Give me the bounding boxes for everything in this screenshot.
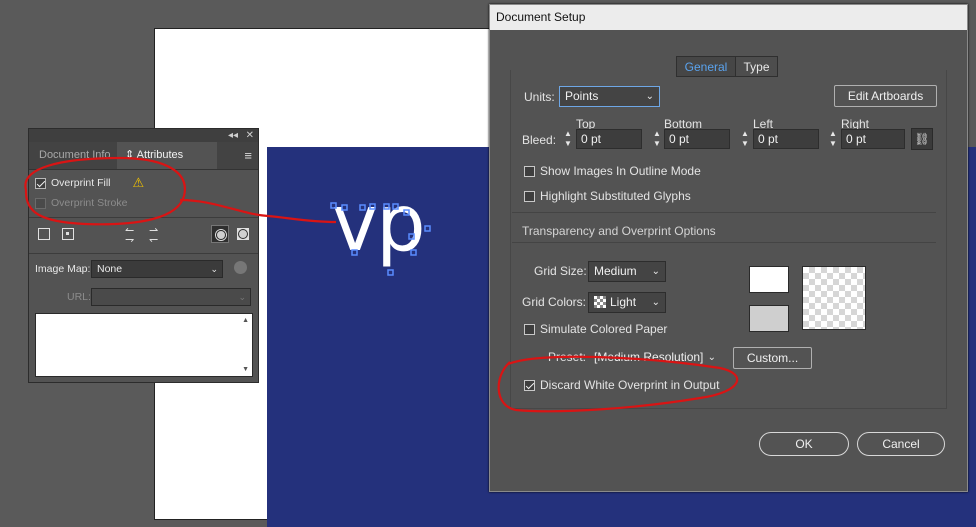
preset-label: Preset: [548,350,587,364]
tab-attributes-label: Attributes [136,149,184,161]
edit-artboards-button[interactable]: Edit Artboards [834,85,937,107]
grid-size-label: Grid Size: [534,264,587,278]
chevron-down-icon: ⌄ [651,266,660,277]
close-icon[interactable]: ✕ [246,129,254,142]
tab-type[interactable]: Type [736,56,778,77]
updown-icon: ⇕ [125,149,135,161]
bleed-left-input[interactable]: 0 pt [753,129,819,149]
divider [29,253,258,254]
reverse-path-right-icon[interactable]: ⇀ ↽ [149,226,158,246]
chevron-down-icon: ⌄ [238,292,246,302]
notes-textarea[interactable]: ▲ ▼ [35,313,253,377]
grid-color-swatch-light[interactable] [749,266,789,293]
reverse-path-left-icon[interactable]: ↼ ⇁ [125,226,134,246]
preset-dropdown[interactable]: [Medium Resolution] ⌄ [588,347,722,368]
section-title: Transparency and Overprint Options [522,224,716,238]
highlight-glyphs-label[interactable]: Highlight Substituted Glyphs [540,188,691,204]
units-value: Points [565,89,599,103]
overprint-fill-checkbox[interactable] [35,177,46,189]
bleed-top-input[interactable]: 0 pt [576,129,642,149]
checker-icon [594,296,606,308]
discard-white-checkbox[interactable] [524,380,535,391]
bleed-bottom-input[interactable]: 0 pt [664,129,730,149]
dialog-title: Document Setup [490,5,967,30]
non-zero-winding-icon[interactable] [211,225,229,243]
bleed-top-stepper[interactable]: ▲ ▼ [562,129,574,149]
chevron-down-icon: ⌄ [645,91,654,102]
even-odd-fill-icon[interactable] [234,225,252,243]
custom-button[interactable]: Custom... [733,347,812,369]
transparency-grid-preview [802,266,866,330]
chevron-down-icon: ⌄ [210,264,218,274]
url-field[interactable]: ⌄ [91,288,251,306]
url-label: URL: [67,291,91,303]
overprint-fill-row[interactable]: Overprint Fill ⚠ [35,175,144,191]
panel-menu-icon[interactable]: ≡ [244,149,252,162]
tab-document-info[interactable]: Document Info [31,142,119,169]
bleed-bottom-stepper[interactable]: ▲ ▼ [651,129,663,149]
show-images-outline-checkbox[interactable] [524,166,535,177]
grid-colors-value: Light [610,295,637,309]
simulate-paper-label[interactable]: Simulate Colored Paper [540,321,667,337]
divider [29,217,258,218]
preset-value: [Medium Resolution] [594,350,704,364]
cancel-button[interactable]: Cancel [857,432,945,456]
vp-text-object[interactable]: vp [332,185,426,263]
chevron-down-icon: ⌄ [651,297,660,308]
simulate-paper-checkbox[interactable] [524,324,535,335]
units-dropdown[interactable]: Points ⌄ [559,86,660,107]
divider [512,212,936,213]
collapse-icon[interactable]: ◂◂ [228,129,238,142]
grid-colors-dropdown[interactable]: Light ⌄ [588,292,666,313]
scroll-down-icon[interactable]: ▼ [242,366,249,373]
units-label: Units: [524,90,555,104]
grid-color-swatch-dark[interactable] [749,305,789,332]
grid-size-dropdown[interactable]: Medium ⌄ [588,261,666,282]
grid-size-value: Medium [594,264,637,278]
overprint-fill-label: Overprint Fill [51,177,111,189]
tab-general[interactable]: General [676,56,736,77]
image-map-select[interactable]: None ⌄ [91,260,223,278]
divider [512,242,936,243]
tab-attributes[interactable]: ⇕ Attributes [117,142,217,169]
warning-icon: ⚠ [132,175,145,191]
panel-titlebar[interactable]: ◂◂ ✕ [29,129,258,142]
bleed-right-input[interactable]: 0 pt [841,129,905,149]
globe-icon [234,261,247,274]
scroll-up-icon[interactable]: ▲ [242,317,249,324]
document-setup-dialog: Document Setup General Type Units: Point… [489,4,968,492]
highlight-glyphs-checkbox[interactable] [524,191,535,202]
discard-white-label[interactable]: Discard White Overprint in Output [540,377,719,393]
overprint-stroke-checkbox [35,197,46,209]
link-bleed-icon[interactable]: ⛓ [911,128,933,150]
attributes-panel: ◂◂ ✕ Document Info ⇕ Attributes ≡ Overpr… [28,128,259,383]
attributes-icon-row: ↼ ⇁ ⇀ ↽ [29,225,258,246]
bleed-right-stepper[interactable]: ▲ ▼ [827,129,839,149]
image-map-value: None [97,263,123,275]
overprint-stroke-row: Overprint Stroke [35,195,127,211]
square-icon-button[interactable] [35,225,53,243]
bleed-label: Bleed: [522,133,557,147]
panel-tabs: Document Info ⇕ Attributes ≡ [29,142,258,170]
grid-colors-label: Grid Colors: [522,295,587,309]
overprint-stroke-label: Overprint Stroke [51,197,128,209]
chevron-down-icon: ⌄ [707,352,716,363]
image-map-label: Image Map: [35,263,91,275]
dialog-body: General Type Units: Points ⌄ Edit Artboar… [498,30,959,483]
ok-button[interactable]: OK [759,432,849,456]
bleed-left-stepper[interactable]: ▲ ▼ [739,129,751,149]
show-images-outline-label[interactable]: Show Images In Outline Mode [540,163,701,179]
show-center-icon-button[interactable] [59,225,77,243]
